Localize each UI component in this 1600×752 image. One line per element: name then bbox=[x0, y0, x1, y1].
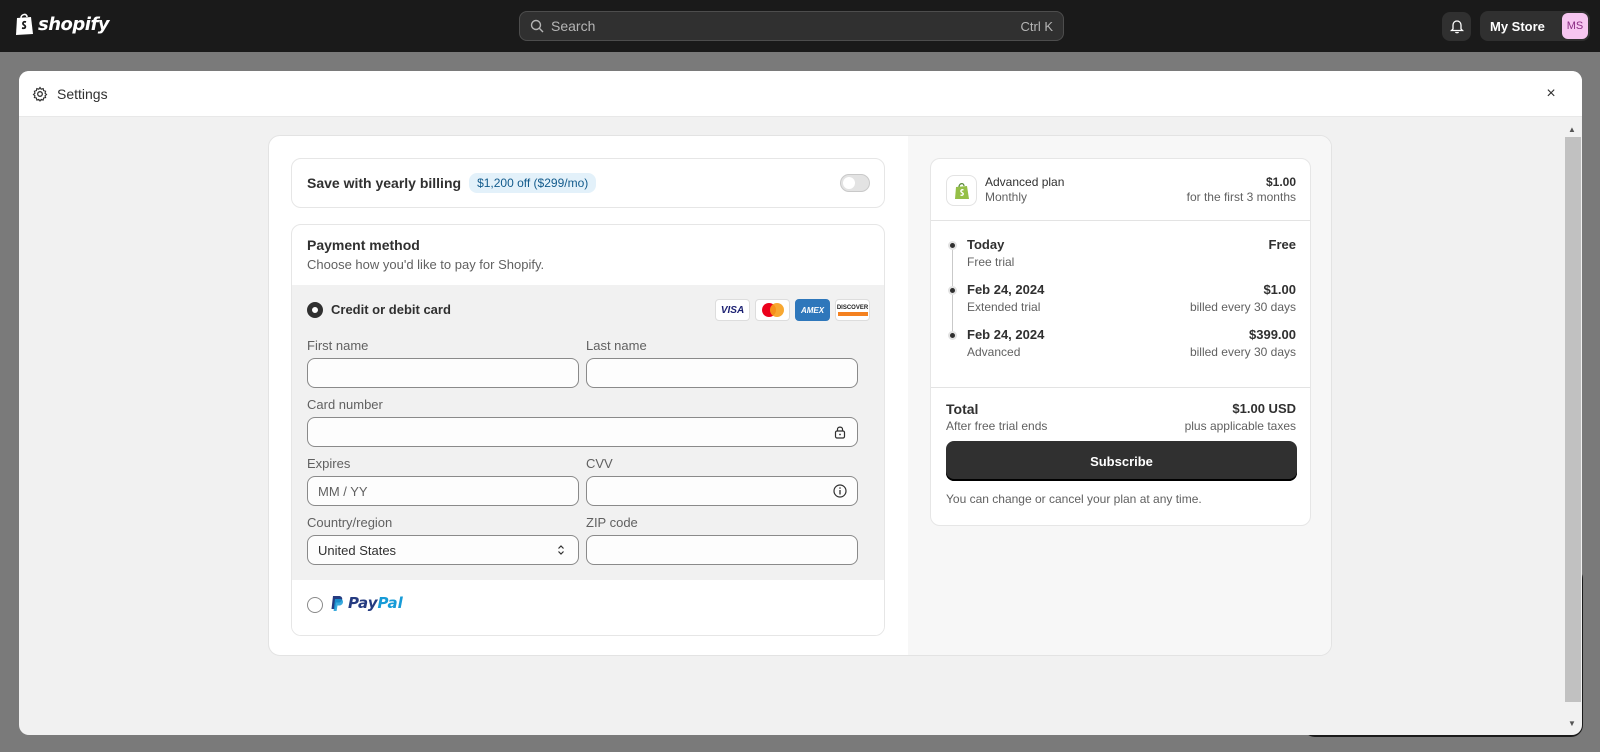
mastercard-icon bbox=[755, 299, 790, 321]
modal-header: Settings × bbox=[19, 71, 1582, 117]
modal-title: Settings bbox=[57, 85, 108, 102]
timeline-amount: Free bbox=[1268, 237, 1296, 252]
cvv-label: CVV bbox=[586, 456, 613, 471]
logo-text: shopify bbox=[38, 13, 110, 35]
total-subtitle: After free trial ends bbox=[946, 419, 1048, 433]
yearly-billing-toggle[interactable] bbox=[840, 174, 870, 192]
visa-icon: VISA bbox=[715, 299, 750, 321]
credit-card-section: Credit or debit card VISA AMEX DISCOVER … bbox=[292, 285, 884, 580]
paypal-text-pay: Pay bbox=[348, 594, 378, 612]
paypal-text-pal: Pal bbox=[377, 594, 403, 612]
paypal-radio[interactable] bbox=[307, 597, 323, 613]
close-icon[interactable]: × bbox=[1540, 83, 1562, 105]
plan-price-note: for the first 3 months bbox=[1186, 190, 1296, 204]
total-label: Total bbox=[946, 401, 979, 417]
expires-label: Expires bbox=[307, 456, 351, 471]
search-icon bbox=[530, 19, 544, 33]
card-number-label: Card number bbox=[307, 397, 383, 412]
payment-method-section: Payment method Choose how you'd like to … bbox=[291, 224, 885, 636]
expires-field[interactable]: MM / YY bbox=[307, 476, 579, 506]
country-value: United States bbox=[318, 542, 397, 558]
search-placeholder: Search bbox=[551, 18, 596, 34]
timeline-dot bbox=[948, 241, 957, 250]
divider bbox=[931, 220, 1310, 221]
payment-method-title: Payment method bbox=[307, 237, 420, 253]
zip-code-label: ZIP code bbox=[586, 515, 638, 530]
scroll-down-arrow-icon[interactable]: ▼ bbox=[1568, 719, 1576, 728]
plan-name: Advanced plan bbox=[985, 175, 1065, 189]
toggle-knob bbox=[843, 177, 855, 189]
timeline-amount: $399.00 bbox=[1249, 327, 1296, 342]
shopify-bag-icon bbox=[954, 182, 969, 199]
yearly-billing-row: Save with yearly billing $1,200 off ($29… bbox=[291, 158, 885, 208]
yearly-billing-label: Save with yearly billing bbox=[307, 175, 462, 191]
store-menu-button[interactable]: My Store MS bbox=[1480, 11, 1590, 41]
gear-icon bbox=[32, 86, 48, 102]
expires-placeholder: MM / YY bbox=[318, 483, 368, 499]
avatar: MS bbox=[1562, 13, 1588, 39]
shopify-logo[interactable]: shopify bbox=[14, 12, 110, 36]
card-number-field[interactable] bbox=[307, 417, 858, 447]
country-select[interactable]: United States bbox=[307, 535, 579, 565]
timeline-dot bbox=[948, 331, 957, 340]
timeline-amount: $1.00 bbox=[1263, 282, 1296, 297]
select-chevron-icon bbox=[558, 545, 564, 555]
shopify-bag-icon bbox=[16, 13, 33, 35]
timeline-note: billed every 30 days bbox=[1189, 345, 1296, 359]
settings-modal: Settings × ▲ ▼ Save with yearly billing … bbox=[19, 71, 1582, 735]
scrollbar-thumb[interactable] bbox=[1565, 137, 1581, 702]
billing-card: Save with yearly billing $1,200 off ($29… bbox=[268, 135, 1332, 656]
scrollbar[interactable]: ▲ ▼ bbox=[1564, 123, 1581, 728]
card-brands: VISA AMEX DISCOVER bbox=[715, 299, 870, 321]
amex-icon: AMEX bbox=[795, 299, 830, 321]
lock-icon bbox=[834, 426, 846, 439]
paypal-logo: PayPal bbox=[330, 594, 403, 613]
top-bar: shopify Search Ctrl K My Store MS bbox=[0, 0, 1600, 52]
zip-code-field[interactable] bbox=[586, 535, 858, 565]
timeline-date: Feb 24, 2024 bbox=[967, 327, 1045, 342]
notifications-button[interactable] bbox=[1442, 12, 1471, 41]
info-icon[interactable] bbox=[833, 484, 847, 498]
scroll-up-arrow-icon[interactable]: ▲ bbox=[1568, 125, 1576, 134]
credit-card-label[interactable]: Credit or debit card bbox=[331, 302, 451, 317]
discover-icon: DISCOVER bbox=[835, 299, 870, 321]
first-name-field[interactable] bbox=[307, 358, 579, 388]
last-name-label: Last name bbox=[586, 338, 647, 353]
search-bar[interactable]: Search Ctrl K bbox=[519, 11, 1064, 41]
store-name: My Store bbox=[1490, 18, 1545, 34]
search-shortcut: Ctrl K bbox=[1020, 18, 1054, 34]
paypal-icon bbox=[331, 596, 343, 611]
credit-card-radio[interactable] bbox=[307, 302, 323, 318]
paypal-option[interactable]: PayPal bbox=[292, 580, 884, 635]
payment-method-subtitle: Choose how you'd like to pay for Shopify… bbox=[307, 257, 545, 272]
bell-icon bbox=[1449, 20, 1464, 34]
total-amount: $1.00 USD bbox=[1232, 401, 1296, 416]
timeline-note: billed every 30 days bbox=[1189, 300, 1296, 314]
first-name-label: First name bbox=[307, 338, 369, 353]
divider bbox=[931, 387, 1310, 388]
plan-cycle: Monthly bbox=[985, 190, 1028, 204]
plan-price: $1.00 bbox=[1265, 175, 1296, 189]
subscribe-button[interactable]: Subscribe bbox=[946, 441, 1297, 481]
timeline-date: Today bbox=[967, 237, 1005, 252]
timeline-date: Feb 24, 2024 bbox=[967, 282, 1045, 297]
country-label: Country/region bbox=[307, 515, 393, 530]
plan-icon bbox=[946, 175, 977, 206]
cvv-field[interactable] bbox=[586, 476, 858, 506]
last-name-field[interactable] bbox=[586, 358, 858, 388]
timeline-desc: Extended trial bbox=[967, 300, 1041, 314]
timeline-desc: Advanced bbox=[967, 345, 1021, 359]
timeline-desc: Free trial bbox=[967, 255, 1015, 269]
cancel-note: You can change or cancel your plan at an… bbox=[946, 492, 1202, 506]
timeline-dot bbox=[948, 286, 957, 295]
plan-summary: Advanced plan Monthly $1.00 for the firs… bbox=[930, 158, 1311, 526]
total-note: plus applicable taxes bbox=[1184, 419, 1296, 433]
discount-badge: $1,200 off ($299/mo) bbox=[469, 173, 597, 193]
